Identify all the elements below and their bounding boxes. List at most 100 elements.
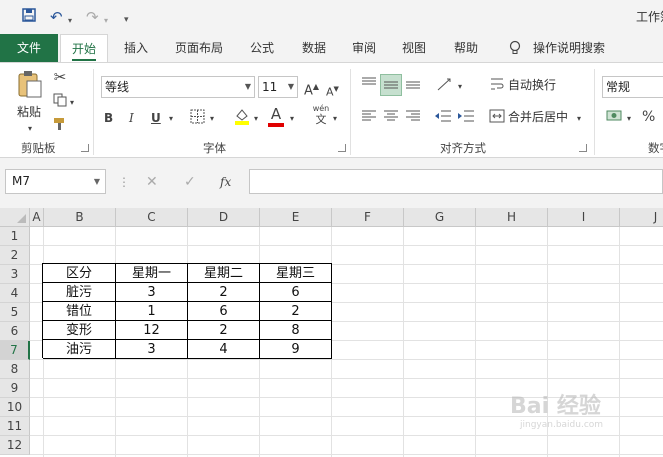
clipboard-launcher-icon[interactable] [81,144,89,152]
currency-format-icon[interactable] [606,108,624,128]
tab-review[interactable]: 审阅 [346,34,382,62]
font-name-combo[interactable]: 等线 ▼ [101,76,255,98]
table-cell[interactable]: 变形 [43,321,116,340]
bold-button[interactable]: B [104,110,113,126]
paste-dropdown-icon[interactable]: ▾ [28,121,32,137]
table-cell[interactable]: 错位 [43,302,116,321]
redo-dropdown-icon[interactable]: ▾ [104,11,108,31]
row-header-8[interactable]: 8 [0,360,30,379]
table-cell[interactable]: 3 [116,340,188,359]
copy-icon[interactable] [52,93,68,111]
align-right-icon[interactable] [404,109,422,127]
table-cell[interactable]: 脏污 [43,283,116,302]
underline-dropdown-icon[interactable]: ▾ [169,111,173,127]
currency-dropdown-icon[interactable]: ▾ [627,111,631,127]
phonetic-guide-icon[interactable]: wén 文 [310,103,332,125]
underline-button[interactable]: U [151,110,161,126]
insert-function-icon[interactable]: fx [220,174,231,190]
select-all-button[interactable] [0,208,30,227]
alignment-launcher-icon[interactable] [579,144,587,152]
table-cell[interactable]: 2 [188,321,260,340]
paste-label[interactable]: 粘贴 [17,104,41,120]
column-header-f[interactable]: F [332,208,404,227]
orientation-dropdown-icon[interactable]: ▾ [458,79,462,95]
top-align-icon[interactable] [360,76,378,94]
column-header-e[interactable]: E [260,208,332,227]
font-color-dropdown-icon[interactable]: ▾ [290,111,294,127]
borders-icon[interactable] [190,109,205,128]
enter-check-icon[interactable]: ✓ [184,174,196,190]
row-header-12[interactable]: 12 [0,436,30,455]
row-header-9[interactable]: 9 [0,379,30,398]
table-header-cell[interactable]: 星期一 [116,264,188,283]
table-cell[interactable]: 2 [260,302,332,321]
fill-color-icon[interactable] [233,107,251,129]
column-header-i[interactable]: I [548,208,620,227]
middle-align-icon[interactable] [380,74,402,96]
row-header-6[interactable]: 6 [0,322,30,341]
customize-icon[interactable]: ▾ [124,10,129,30]
formula-bar-resize-icon[interactable]: ⋮ [118,174,130,190]
number-format-combo[interactable]: 常规 [602,76,663,98]
tab-page-layout[interactable]: 页面布局 [168,34,230,62]
tab-formulas[interactable]: 公式 [244,34,280,62]
merge-center-button[interactable]: 合并后居中 [508,109,568,125]
table-cell[interactable]: 2 [188,283,260,302]
align-center-icon[interactable] [382,109,400,127]
row-header-2[interactable]: 2 [0,246,30,265]
merge-dropdown-icon[interactable]: ▾ [577,111,581,127]
paste-icon[interactable] [16,69,44,99]
cut-icon[interactable]: ✂ [52,69,68,85]
bottom-align-icon[interactable] [404,76,422,94]
tab-file[interactable]: 文件 [0,34,58,62]
lightbulb-icon[interactable] [506,34,524,62]
table-cell[interactable]: 8 [260,321,332,340]
column-header-j[interactable]: J [620,208,663,227]
save-icon[interactable] [22,7,36,27]
tab-view[interactable]: 视图 [396,34,432,62]
cancel-icon[interactable]: ✕ [146,174,158,190]
table-cell[interactable]: 油污 [43,340,116,359]
table-cell[interactable]: 4 [188,340,260,359]
tell-me-search[interactable]: 操作说明搜索 [530,34,608,62]
tab-help[interactable]: 帮助 [448,34,484,62]
column-header-c[interactable]: C [116,208,188,227]
column-header-a[interactable]: A [30,208,44,227]
tab-home[interactable]: 开始 [60,34,108,63]
table-cell[interactable]: 3 [116,283,188,302]
redo-icon[interactable]: ↷ [86,7,99,27]
column-header-g[interactable]: G [404,208,476,227]
table-header-cell[interactable]: 星期三 [260,264,332,283]
wrap-text-icon[interactable] [489,76,505,96]
fill-dropdown-icon[interactable]: ▾ [254,111,258,127]
row-header-4[interactable]: 4 [0,284,30,303]
column-header-b[interactable]: B [44,208,116,227]
row-header-3[interactable]: 3 [0,265,30,284]
table-header-cell[interactable]: 区分 [43,264,116,283]
worksheet-grid[interactable]: ABCDEFGHIJ 1 2 3 4 5 6 7 8 9 10 11 12 区分 星期一 星期二 星期三 脏污… [0,208,663,457]
format-painter-icon[interactable] [52,117,68,135]
font-size-combo[interactable]: 11 ▼ [258,76,298,98]
column-header-d[interactable]: D [188,208,260,227]
shrink-font-icon[interactable]: A▼ [326,81,339,101]
name-box[interactable]: M7 ▼ [5,169,106,194]
phonetic-dropdown-icon[interactable]: ▾ [333,111,337,127]
column-header-h[interactable]: H [476,208,548,227]
table-cell[interactable]: 6 [188,302,260,321]
tab-insert[interactable]: 插入 [118,34,154,62]
font-color-icon[interactable]: A [268,106,284,127]
table-cell[interactable]: 6 [260,283,332,302]
font-launcher-icon[interactable] [338,144,346,152]
undo-icon[interactable]: ↶ [50,7,63,27]
row-header-1[interactable]: 1 [0,227,30,246]
formula-input[interactable] [249,169,663,194]
grow-font-icon[interactable]: A▲ [304,79,319,99]
table-cell[interactable]: 12 [116,321,188,340]
table-header-cell[interactable]: 星期二 [188,264,260,283]
decrease-indent-icon[interactable] [434,109,452,127]
merge-center-icon[interactable] [489,109,505,127]
copy-dropdown-icon[interactable]: ▾ [70,95,74,111]
undo-dropdown-icon[interactable]: ▾ [68,11,72,31]
increase-indent-icon[interactable] [457,109,475,127]
row-header-10[interactable]: 10 [0,398,30,417]
